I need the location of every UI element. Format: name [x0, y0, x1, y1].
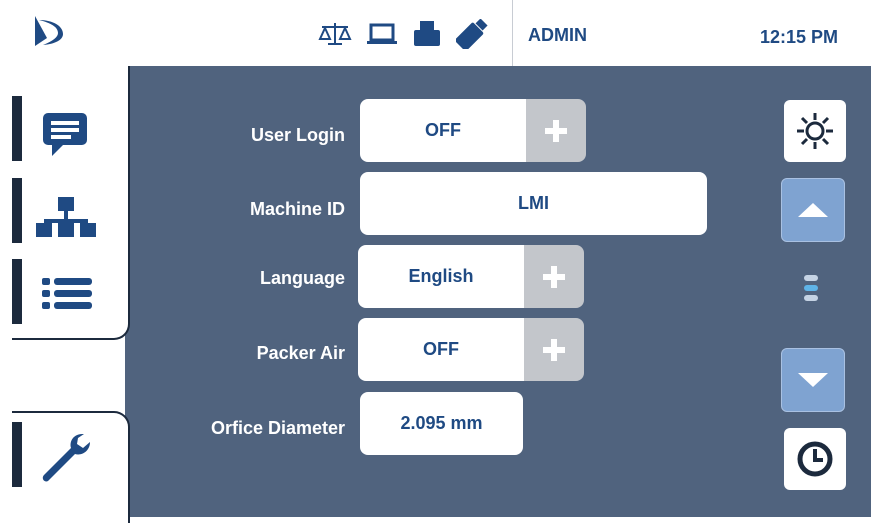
tab-accent [12, 422, 22, 487]
orifice-diameter-label: Orfice Diameter [210, 418, 345, 438]
machine-id-field[interactable]: LMI [360, 172, 707, 235]
tab-accent [12, 259, 22, 324]
tab-accent [12, 96, 22, 161]
packer-air-plus-button[interactable] [524, 318, 584, 381]
sidebar-item-list[interactable] [40, 272, 96, 321]
printer-icon [412, 20, 442, 53]
sidebar-item-network[interactable] [34, 193, 98, 246]
user-login-label: User Login [250, 125, 345, 145]
page-indicator [804, 275, 818, 305]
message-icon [43, 113, 87, 156]
page-dot-active [804, 285, 818, 291]
scroll-down-button[interactable] [781, 348, 845, 412]
gears-icon [45, 360, 89, 397]
user-login-plus-button[interactable] [526, 99, 586, 162]
topbar-divider [512, 0, 513, 66]
machine-id-label: Machine ID [249, 199, 345, 219]
sidebar [0, 66, 130, 523]
sidebar-item-messages[interactable] [40, 110, 92, 163]
status-icons [318, 17, 488, 53]
usb-drive-icon [455, 17, 488, 54]
clock-icon [797, 441, 833, 477]
current-user: ADMIN [528, 25, 587, 45]
wrench-icon [42, 434, 90, 482]
chevron-down-icon [798, 373, 828, 387]
orifice-diameter-field[interactable]: 2.095 mm [360, 392, 523, 455]
plus-icon [543, 338, 565, 361]
scale-icon [318, 21, 352, 52]
sidebar-item-settings[interactable] [38, 356, 98, 405]
language-plus-button[interactable] [524, 245, 584, 308]
chevron-up-icon [798, 203, 828, 217]
top-bar: ADMIN 12:15 PM [0, 0, 871, 66]
sidebar-item-tools[interactable] [38, 430, 98, 491]
plus-icon [545, 119, 567, 142]
list-icon [42, 278, 92, 309]
company-logo-icon [35, 16, 63, 46]
language-field[interactable]: English [358, 245, 524, 308]
language-label: Language [259, 268, 345, 288]
tab-accent [12, 178, 22, 243]
laptop-icon [366, 21, 398, 52]
packer-air-label: Packer Air [256, 343, 345, 363]
plus-icon [543, 265, 565, 288]
network-icon [36, 197, 96, 237]
brightness-button[interactable] [784, 100, 846, 162]
page-dot [804, 275, 818, 281]
user-login-field[interactable]: OFF [360, 99, 526, 162]
history-button[interactable] [784, 428, 846, 490]
packer-air-field[interactable]: OFF [358, 318, 524, 381]
page-dot [804, 295, 818, 301]
brightness-icon [797, 113, 833, 149]
scroll-up-button[interactable] [781, 178, 845, 242]
clock-time: 12:15 PM [760, 27, 839, 47]
